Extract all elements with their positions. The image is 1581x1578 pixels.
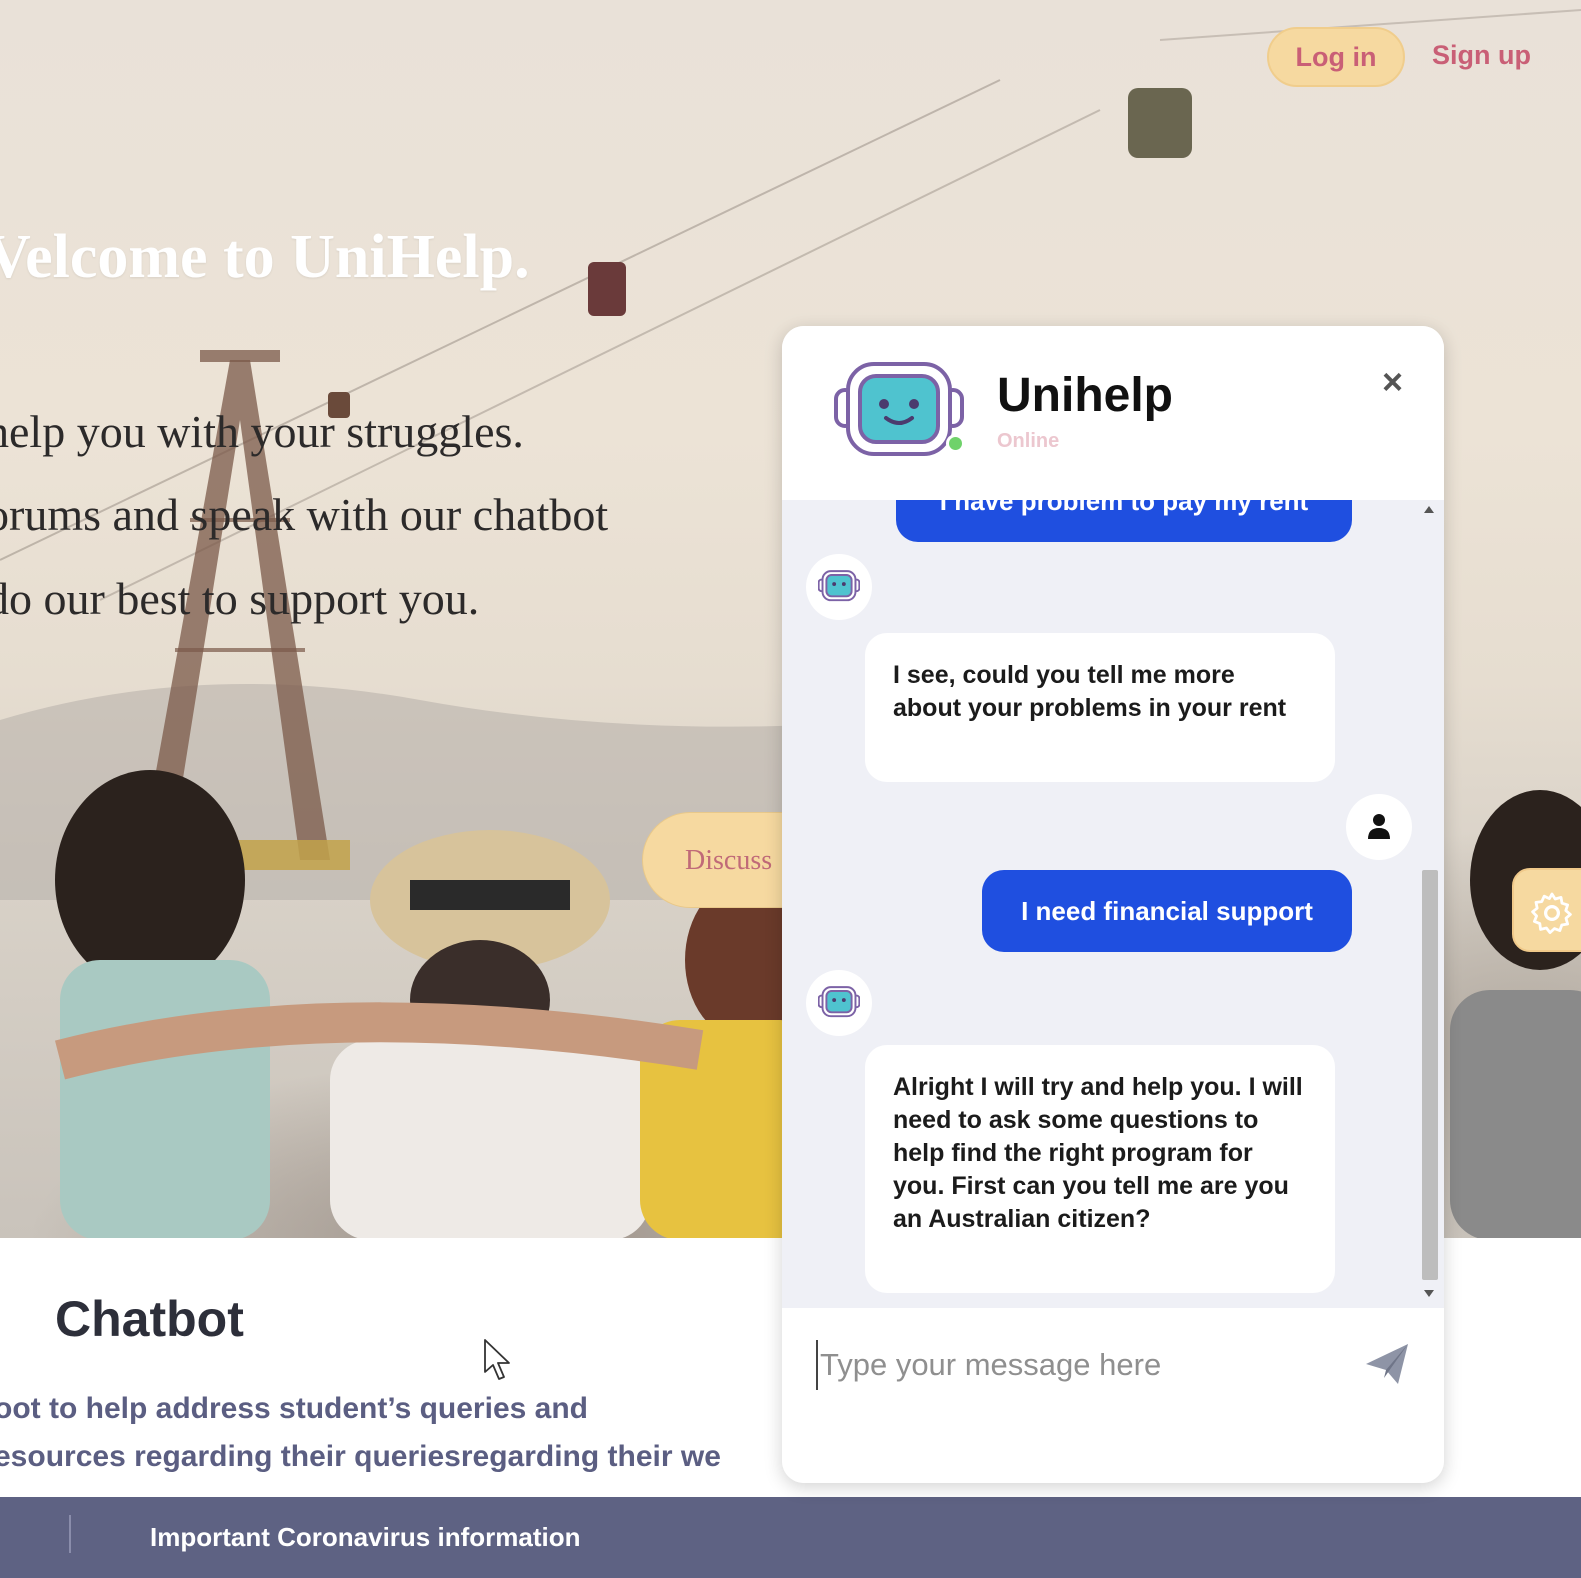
chat-status: Online: [997, 430, 1060, 452]
scroll-up-arrow[interactable]: [1424, 506, 1434, 513]
chat-header: Unihelp Online ×: [782, 326, 1444, 500]
hero-tagline-3: do our best to support you.: [0, 573, 480, 624]
bot-avatar: [806, 970, 872, 1036]
signup-link[interactable]: Sign up: [1432, 40, 1531, 71]
gear-icon: [1531, 892, 1572, 934]
close-icon[interactable]: ×: [1382, 364, 1403, 400]
settings-button[interactable]: [1512, 868, 1581, 952]
user-message: I have problem to pay my rent: [896, 500, 1352, 542]
user-icon: [1368, 814, 1390, 839]
coronavirus-info-link[interactable]: Important Coronavirus information: [150, 1522, 580, 1553]
scroll-down-arrow[interactable]: [1424, 1290, 1434, 1297]
user-message: I need financial support: [982, 870, 1352, 952]
hero-tagline-1: help you with your struggles.: [0, 406, 524, 457]
login-button[interactable]: Log in: [1267, 27, 1405, 87]
send-icon[interactable]: [1364, 1342, 1410, 1386]
robot-icon: [818, 986, 860, 1018]
bot-message: I see, could you tell me more about your…: [865, 633, 1335, 782]
message-input[interactable]: [816, 1340, 1336, 1390]
bot-avatar: [806, 554, 872, 620]
chat-bot-name: Unihelp: [997, 369, 1173, 422]
chat-widget: Unihelp Online × I have problem to pay m…: [782, 326, 1444, 1483]
scroll-thumb[interactable]: [1422, 870, 1438, 1280]
hero-title: Velcome to UniHelp.: [0, 223, 530, 291]
chat-messages: I have problem to pay my rent I see, cou…: [782, 500, 1444, 1308]
chat-scrollbar[interactable]: [1418, 500, 1440, 1308]
cursor-icon: [484, 1339, 510, 1380]
section-title: Chatbot: [55, 1291, 244, 1347]
online-indicator: [946, 434, 965, 453]
footer-notice-bar: Important Coronavirus information: [0, 1497, 1581, 1578]
section-text-2: esources regarding their queriesregardin…: [0, 1440, 721, 1473]
robot-icon: [834, 362, 964, 456]
robot-icon: [818, 570, 860, 602]
hero-tagline-2: orums and speak with our chatbot: [0, 489, 609, 540]
chat-input-area: [782, 1308, 1444, 1483]
user-avatar: [1346, 794, 1412, 860]
section-text-1: oot to help address student’s queries an…: [0, 1392, 588, 1425]
bot-message: Alright I will try and help you. I will …: [865, 1045, 1335, 1293]
footer-divider: [69, 1515, 71, 1553]
